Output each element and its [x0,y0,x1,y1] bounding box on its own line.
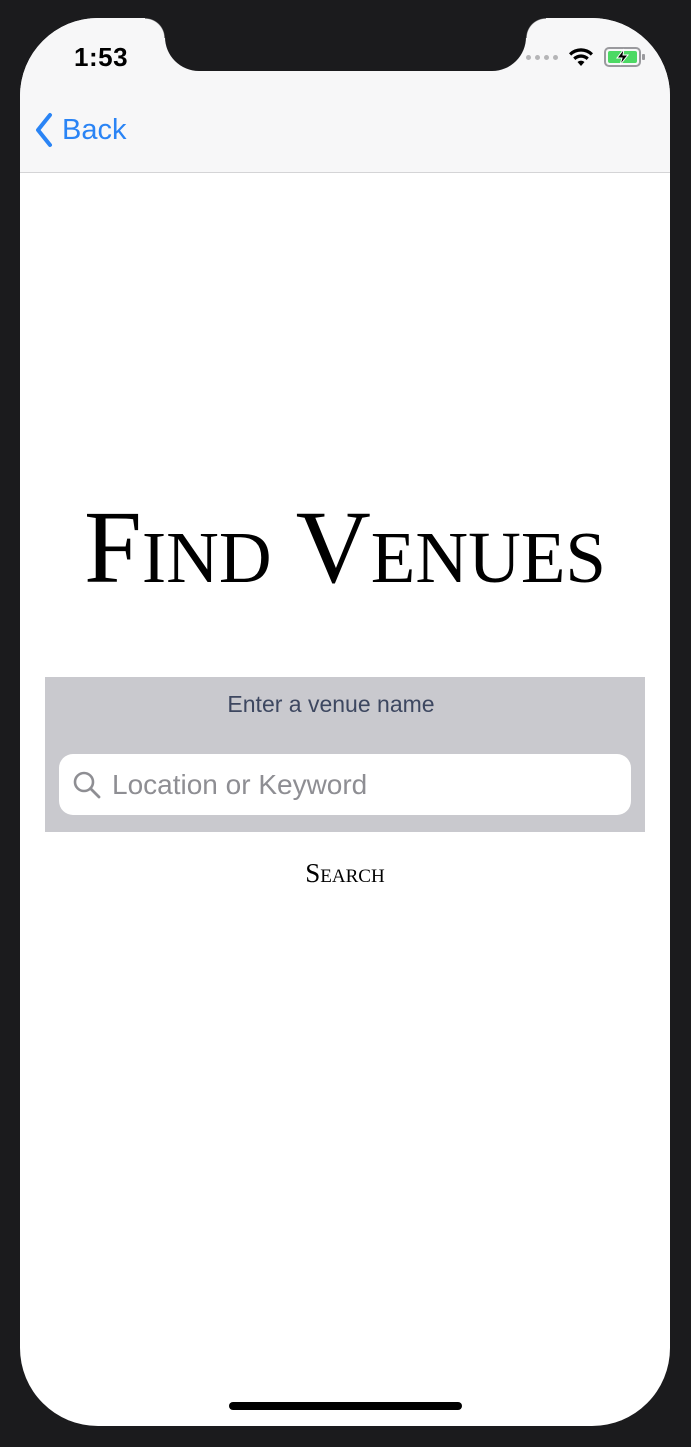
search-field[interactable] [59,754,631,815]
chevron-left-icon [36,113,52,147]
cellular-signal-icon [526,54,558,60]
battery-charging-icon [604,47,645,67]
device-notch [145,18,546,71]
back-label: Back [62,113,127,146]
back-button[interactable]: Back [34,112,126,148]
wifi-icon [569,48,593,66]
page-title: Find Venues [83,490,607,605]
search-panel: Enter a venue name [45,677,645,832]
navigation-bar: 1:53 Back [20,18,670,173]
screen: 1:53 Back Find Venues Enter a venue name… [20,18,670,1426]
search-input[interactable] [110,767,614,802]
status-time: 1:53 [74,42,129,72]
search-prompt: Enter a venue name [227,691,435,717]
search-button[interactable]: Search [20,858,670,889]
search-icon [73,771,101,798]
device-frame: 1:53 Back Find Venues Enter a venue name… [0,0,691,1447]
status-indicators [526,46,646,68]
home-indicator [229,1402,462,1410]
